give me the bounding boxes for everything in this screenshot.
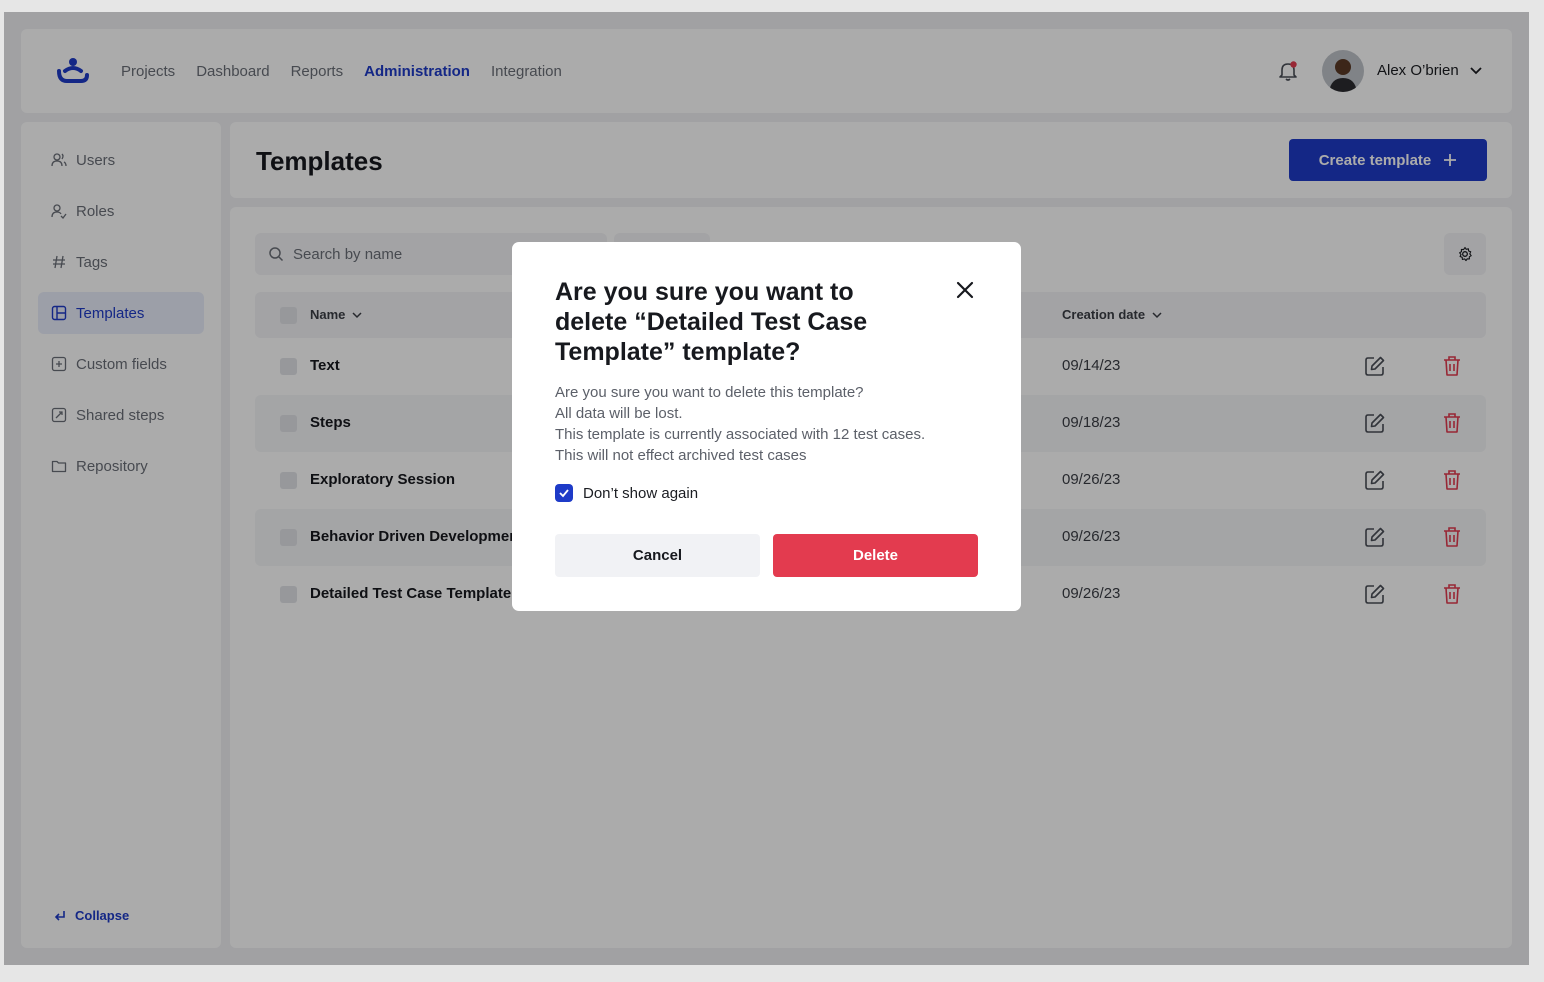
delete-button[interactable]: Delete	[773, 534, 978, 577]
checkbox-checked[interactable]	[555, 484, 573, 502]
dialog-message-line: All data will be lost.	[555, 405, 683, 422]
delete-template-dialog: Are you sure you want to delete “Detaile…	[512, 242, 1021, 611]
dialog-message-line: Are you sure you want to delete this tem…	[555, 384, 864, 401]
dialog-message-line: This template is currently associated wi…	[555, 426, 926, 443]
dialog-message-line: This will not effect archived test cases	[555, 447, 807, 464]
cancel-button[interactable]: Cancel	[555, 534, 760, 577]
dialog-title: Are you sure you want to delete “Detaile…	[555, 278, 868, 366]
check-icon	[559, 489, 569, 498]
close-icon[interactable]	[952, 277, 978, 303]
checkbox-label: Don’t show again	[583, 484, 699, 502]
dialog-message: Are you sure you want to delete this tem…	[555, 382, 925, 466]
dont-show-again-checkbox[interactable]: Don’t show again	[555, 484, 698, 502]
